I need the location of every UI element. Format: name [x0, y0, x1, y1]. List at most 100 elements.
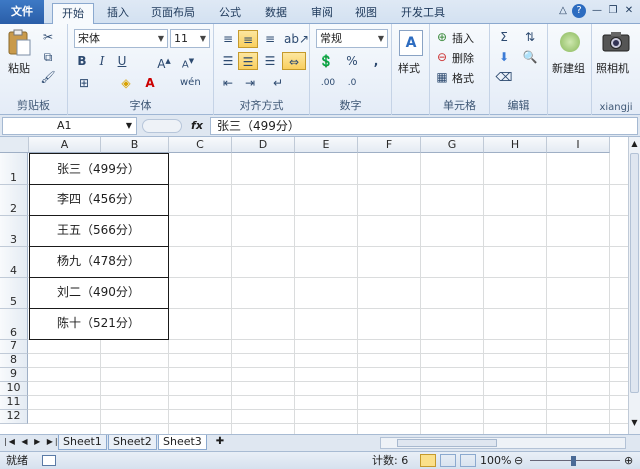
insert-cells-icon[interactable]: ⊕: [432, 28, 452, 46]
zoom-level[interactable]: 100%: [480, 452, 511, 469]
help-icon[interactable]: ?: [572, 4, 586, 18]
comma-style-icon[interactable]: ,: [366, 52, 386, 70]
window-minimize-icon[interactable]: —: [590, 4, 604, 18]
increase-decimal-icon[interactable]: .00: [318, 74, 338, 92]
decrease-decimal-icon[interactable]: .0: [342, 74, 362, 92]
tab-file[interactable]: 文件: [0, 0, 44, 24]
column-header-b[interactable]: B: [101, 137, 169, 153]
italic-icon[interactable]: I: [92, 52, 112, 70]
font-size-select[interactable]: 11 ▼: [170, 29, 210, 48]
insert-cells-button[interactable]: 插入: [452, 30, 474, 46]
align-middle-icon[interactable]: ≡: [238, 30, 258, 48]
align-center-icon[interactable]: ☰: [238, 52, 258, 70]
vertical-scroll-thumb[interactable]: [630, 153, 639, 393]
tab-insert[interactable]: 插入: [100, 3, 136, 24]
styles-button-label[interactable]: 样式: [398, 60, 420, 76]
page-layout-view-icon[interactable]: [440, 454, 456, 467]
horizontal-scrollbar[interactable]: [380, 437, 626, 449]
row-header-3[interactable]: 3: [0, 216, 28, 247]
zoom-in-icon[interactable]: ⊕: [624, 452, 633, 469]
merge-center-icon[interactable]: ⇔: [282, 52, 306, 70]
worksheet-grid[interactable]: ABCDEFGHI 1 2 3 4 5 6 7 8 9 10 11 12 张三（499分） 李四（456…: [0, 137, 628, 434]
cut-icon[interactable]: ✂: [38, 28, 58, 46]
tab-formulas[interactable]: 公式: [212, 3, 248, 24]
align-left-icon[interactable]: ☰: [218, 52, 238, 70]
format-painter-icon[interactable]: 🖌: [38, 68, 58, 86]
delete-cells-icon[interactable]: ⊖: [432, 48, 452, 66]
zoom-slider-thumb[interactable]: [571, 456, 576, 466]
underline-icon[interactable]: U: [112, 52, 132, 70]
tab-page-layout[interactable]: 页面布局: [144, 3, 202, 24]
column-header-c[interactable]: C: [169, 137, 232, 153]
wrap-text-icon[interactable]: ↵: [268, 74, 288, 92]
row-header-7[interactable]: 7: [0, 340, 28, 354]
sheet-tab-3[interactable]: Sheet3: [158, 435, 207, 450]
macro-record-icon[interactable]: [42, 455, 56, 466]
formula-bar-splitter[interactable]: [142, 119, 182, 133]
sort-filter-icon[interactable]: ⇅: [520, 28, 540, 46]
align-right-icon[interactable]: ☰: [260, 52, 280, 70]
new-group-label[interactable]: 新建组: [552, 60, 585, 76]
row-header-2[interactable]: 2: [0, 185, 28, 216]
styles-icon[interactable]: A: [399, 30, 423, 56]
font-name-select[interactable]: 宋体 ▼: [74, 29, 168, 48]
row-header-12[interactable]: 12: [0, 410, 28, 424]
copy-icon[interactable]: ⧉: [38, 48, 58, 66]
column-header-f[interactable]: F: [358, 137, 421, 153]
column-header-d[interactable]: D: [232, 137, 295, 153]
number-format-select[interactable]: 常规 ▼: [316, 29, 388, 48]
bold-icon[interactable]: B: [72, 52, 92, 70]
cell-a6[interactable]: 陈十（521分）: [29, 309, 169, 340]
paste-icon[interactable]: [6, 28, 32, 58]
percent-icon[interactable]: %: [342, 52, 362, 70]
select-all-button[interactable]: [0, 137, 29, 153]
align-top-icon[interactable]: ≡: [218, 30, 238, 48]
sheet-tab-1[interactable]: Sheet1: [58, 435, 107, 450]
new-group-icon[interactable]: [560, 32, 580, 52]
fill-color-icon[interactable]: ◈: [116, 74, 136, 92]
camera-label[interactable]: 照相机: [596, 60, 629, 76]
format-cells-button[interactable]: 格式: [452, 70, 474, 86]
normal-view-icon[interactable]: [420, 454, 436, 467]
tab-data[interactable]: 数据: [258, 3, 294, 24]
cell-a1[interactable]: 张三（499分）: [29, 153, 169, 185]
row-header-8[interactable]: 8: [0, 354, 28, 368]
minimize-ribbon-icon[interactable]: △: [556, 4, 570, 18]
vertical-scrollbar[interactable]: ▲ ▼: [628, 137, 640, 434]
format-cells-icon[interactable]: ▦: [432, 68, 452, 86]
grow-font-icon[interactable]: A▲: [154, 52, 174, 71]
page-break-view-icon[interactable]: [460, 454, 476, 467]
column-header-g[interactable]: G: [421, 137, 484, 153]
phonetic-icon[interactable]: wén: [180, 74, 201, 92]
tab-home[interactable]: 开始: [52, 3, 94, 25]
clear-icon[interactable]: ⌫: [494, 68, 514, 86]
font-color-icon[interactable]: A: [140, 74, 160, 92]
sheet-tab-2[interactable]: Sheet2: [108, 435, 157, 450]
paste-label[interactable]: 粘贴: [8, 60, 30, 76]
tab-review[interactable]: 审阅: [304, 3, 340, 24]
increase-indent-icon[interactable]: ⇥: [240, 74, 260, 92]
sheet-nav-icons[interactable]: |◀ ◀ ▶ ▶|: [4, 437, 60, 446]
tab-view[interactable]: 视图: [348, 3, 384, 24]
cell-a2[interactable]: 李四（456分）: [29, 185, 169, 216]
column-header-h[interactable]: H: [484, 137, 547, 153]
scroll-down-icon[interactable]: ▼: [630, 418, 639, 430]
orientation-icon[interactable]: ab↗: [284, 30, 309, 48]
row-header-5[interactable]: 5: [0, 278, 28, 309]
insert-function-icon[interactable]: fx: [185, 117, 209, 135]
currency-icon[interactable]: 💲: [316, 52, 336, 70]
row-header-9[interactable]: 9: [0, 368, 28, 382]
decrease-indent-icon[interactable]: ⇤: [218, 74, 238, 92]
zoom-out-icon[interactable]: ⊖: [514, 452, 523, 469]
window-close-icon[interactable]: ✕: [622, 4, 636, 18]
row-header-11[interactable]: 11: [0, 396, 28, 410]
row-header-4[interactable]: 4: [0, 247, 28, 278]
align-bottom-icon[interactable]: ≡: [260, 30, 280, 48]
row-header-10[interactable]: 10: [0, 382, 28, 396]
find-select-icon[interactable]: 🔍: [520, 48, 540, 66]
horizontal-scroll-thumb[interactable]: [397, 439, 497, 447]
cell-a5[interactable]: 刘二（490分）: [29, 278, 169, 309]
scroll-up-icon[interactable]: ▲: [630, 139, 639, 151]
column-header-i[interactable]: I: [547, 137, 610, 153]
camera-icon[interactable]: [602, 30, 630, 52]
